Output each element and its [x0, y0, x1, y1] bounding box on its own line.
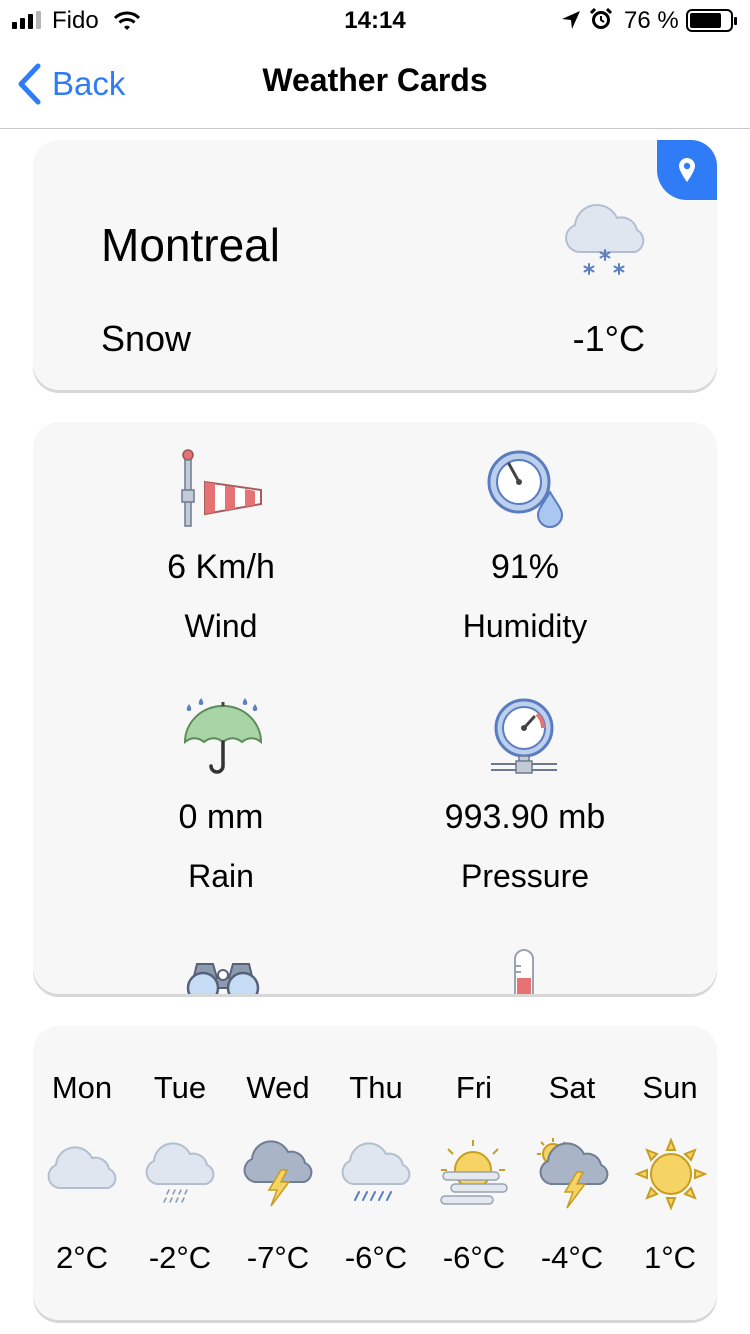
location-arrow-icon [562, 11, 580, 29]
status-bar: Fido 14:14 76 % [0, 0, 750, 40]
drizzle-icon [145, 1142, 215, 1203]
pressure-label: Pressure [460, 858, 590, 894]
day-temperature: -4°C [540, 1240, 604, 1275]
wind-value: 6 Km/h [167, 548, 275, 586]
battery-icon [686, 9, 737, 32]
day-temperature: -6°C [344, 1240, 408, 1275]
humidity-label: Humidity [462, 608, 588, 644]
snow-cloud-icon [565, 204, 645, 275]
current-temperature: -1°C [572, 318, 645, 359]
sun-fog-icon [440, 1140, 508, 1205]
map-pin-icon [679, 158, 695, 182]
sun-thunder-icon [537, 1138, 609, 1209]
wind-label: Wind [184, 608, 258, 644]
pressure-gauge-icon [491, 698, 557, 774]
thermometer-icon [514, 949, 534, 994]
day-name: Mon [51, 1070, 113, 1105]
rain-label: Rain [188, 858, 254, 894]
day-name: Fri [455, 1070, 493, 1105]
humidity-value: 91% [490, 548, 560, 586]
day-name: Tue [153, 1070, 207, 1105]
humidity-gauge-icon [487, 450, 564, 528]
weather-details-card: 6 Km/h Wind 91% Humidity 0 mm Rain 993.9… [33, 422, 717, 994]
day-temperature: -2°C [148, 1240, 212, 1275]
rain-value: 0 mm [178, 798, 264, 836]
navigation-bar: Back Weather Cards [0, 40, 750, 129]
city-name: Montreal [101, 219, 280, 271]
battery-percent: 76 % [624, 7, 679, 34]
cloud-icon [47, 1146, 117, 1189]
umbrella-icon [183, 698, 263, 774]
day-name: Wed [246, 1070, 310, 1105]
rain-icon [341, 1142, 411, 1201]
day-temperature: 1°C [643, 1240, 697, 1275]
weather-condition: Snow [101, 318, 192, 359]
day-temperature: 2°C [55, 1240, 109, 1275]
day-temperature: -7°C [246, 1240, 310, 1275]
thunderstorm-icon [243, 1140, 313, 1207]
day-temperature: -6°C [442, 1240, 506, 1275]
binoculars-icon [186, 963, 260, 994]
alarm-icon [590, 8, 612, 29]
pressure-value: 993.90 mb [444, 798, 606, 836]
day-name: Sun [642, 1070, 698, 1105]
day-name: Sat [548, 1070, 596, 1105]
current-weather-card[interactable]: Montreal Snow -1°C [33, 140, 717, 390]
forecast-card: Mon 2°C Tue -2°C Wed -7°C Thu -6°C Fri -… [33, 1026, 717, 1320]
sun-icon [635, 1138, 707, 1211]
page-title: Weather Cards [262, 62, 488, 98]
location-badge[interactable] [657, 140, 717, 200]
windsock-icon [181, 449, 262, 527]
day-name: Thu [349, 1070, 403, 1105]
